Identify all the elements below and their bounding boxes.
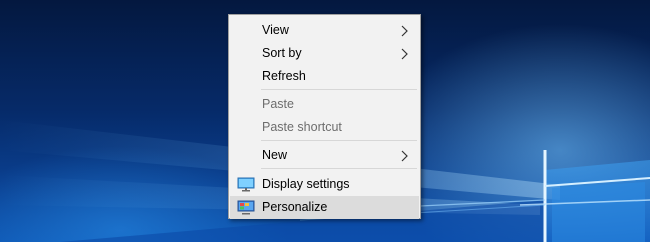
menu-item-label: New — [262, 148, 288, 162]
menu-item-paste: Paste — [230, 93, 419, 116]
menu-item-label: Paste shortcut — [262, 120, 342, 134]
menu-item-label: View — [262, 23, 289, 37]
menu-item-label: Paste — [262, 97, 294, 111]
menu-item-label: Refresh — [262, 69, 306, 83]
menu-separator — [261, 168, 417, 169]
desktop-context-menu: View Sort by Refresh Paste Paste shortcu… — [228, 14, 421, 219]
personalize-icon — [237, 200, 255, 215]
chevron-right-icon — [401, 150, 408, 162]
chevron-right-icon — [401, 25, 408, 37]
chevron-right-icon — [401, 48, 408, 60]
menu-item-personalize[interactable]: Personalize — [230, 196, 419, 219]
menu-item-label: Sort by — [262, 46, 302, 60]
menu-item-label: Personalize — [262, 200, 328, 214]
menu-item-paste-shortcut: Paste shortcut — [230, 116, 419, 139]
menu-item-label: Display settings — [262, 177, 350, 191]
menu-item-display-settings[interactable]: Display settings — [230, 173, 419, 196]
display-icon — [237, 177, 255, 192]
menu-item-new[interactable]: New — [230, 144, 419, 167]
menu-separator — [261, 140, 417, 141]
menu-separator — [261, 89, 417, 90]
menu-item-refresh[interactable]: Refresh — [230, 65, 419, 88]
menu-item-view[interactable]: View — [230, 19, 419, 42]
menu-item-sort-by[interactable]: Sort by — [230, 42, 419, 65]
